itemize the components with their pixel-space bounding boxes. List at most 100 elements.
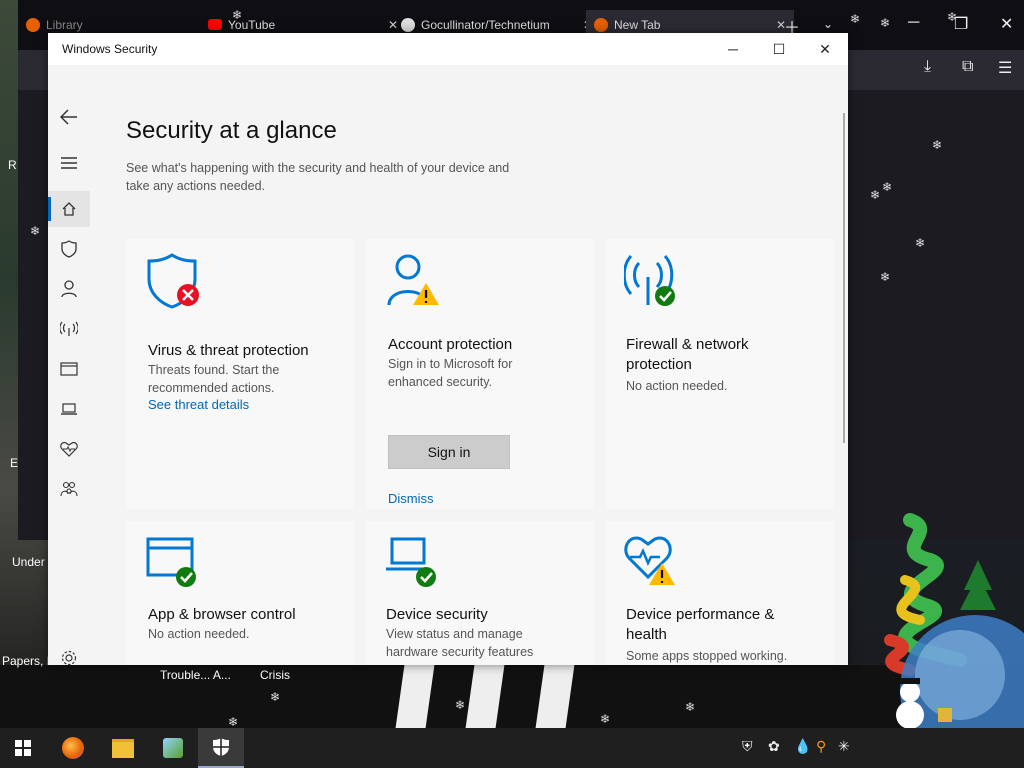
card-description: Some apps stopped working. [626,649,788,663]
desktop-icon-label[interactable]: Crisis [260,668,290,682]
nav-app-browser-control[interactable] [48,351,90,387]
start-button[interactable] [0,728,46,768]
card-firewall-network[interactable]: Firewall & network protection No action … [606,239,834,509]
tray-sparkle-icon[interactable]: ✳ [838,738,850,755]
nav-family-options[interactable] [48,471,90,507]
tray-search-icon[interactable]: ⚲ [816,738,826,755]
nav-firewall-network[interactable] [48,311,90,347]
snowflake-icon: ❄ [270,690,281,704]
window-title: Windows Security [62,42,158,56]
desktop-icon-label[interactable]: E [10,456,18,470]
card-description: Sign in to Microsoft for enhanced securi… [388,357,513,389]
nav-home[interactable] [48,191,90,227]
nav-device-security[interactable] [48,391,90,427]
shield-icon [213,738,229,756]
windows-logo-icon [15,740,31,756]
list-tabs-icon[interactable]: ⌄ [823,17,833,31]
home-icon [62,202,76,216]
check-badge-icon [416,567,436,587]
taskbar-firefox[interactable] [50,728,96,768]
nav-virus-threat-protection[interactable] [48,231,90,267]
desktop-icon-label[interactable]: Trouble... A... [160,668,231,682]
card-title: App & browser control [148,606,296,623]
heart-pulse-icon [624,536,675,585]
dismiss-link[interactable]: Dismiss [388,491,434,506]
hamburger-menu-button[interactable] [48,145,90,181]
card-title: Device security [386,606,488,623]
maximize-button[interactable]: ☐ [756,33,802,65]
nav-account-protection[interactable] [48,271,90,307]
minimize-icon[interactable]: ─ [908,14,919,32]
card-device-security[interactable]: Device security View status and manage h… [366,521,594,665]
check-badge-icon [655,286,675,306]
menu-icon[interactable]: ☰ [998,58,1012,78]
snowflake-icon: ❄ [228,715,239,729]
browser-tab-label: Library [46,18,83,32]
card-app-browser-control[interactable]: App & browser control No action needed. [126,521,354,665]
nav-settings[interactable] [48,650,90,665]
snowflake-icon: ❄ [30,224,41,238]
desktop-icon-label[interactable]: Under [12,555,45,569]
taskbar-app[interactable] [150,728,196,768]
card-title: Account protection [388,336,513,353]
shield-icon [61,240,77,258]
taskbar-file-explorer[interactable] [100,728,146,768]
app-icon [163,738,183,758]
christmas-globe-decoration [884,513,1024,728]
gear-icon [61,650,77,665]
tray-droplet-icon[interactable]: 💧 [794,738,811,755]
shield-icon [147,253,199,309]
snowflake-icon: ❄ [600,712,611,726]
nav-device-performance[interactable] [48,431,90,467]
laptop-icon [386,537,436,587]
sign-in-button[interactable]: Sign in [388,435,510,469]
title-bar[interactable]: Windows Security ─ ☐ ✕ [48,33,848,65]
minimize-button[interactable]: ─ [710,33,756,65]
family-icon [60,481,78,497]
person-icon [61,280,77,298]
windows-security-window: Windows Security ─ ☐ ✕ Security at a gla… [48,33,848,665]
see-threat-details-link[interactable]: See threat details [148,397,249,412]
card-title: Virus & threat protection [148,342,309,359]
desktop-icon-label[interactable]: Papers, P [2,654,55,668]
card-device-performance[interactable]: Device performance & health Some apps st… [606,521,834,665]
card-description: Threats found. Start the recommended act… [148,363,280,395]
main-content: Security at a glance See what's happenin… [90,65,848,665]
side-navigation [48,65,90,665]
desktop-icon-label[interactable]: R [8,158,17,172]
folder-icon [112,738,134,758]
back-arrow-icon [60,109,77,125]
scrollbar[interactable] [843,113,845,443]
person-icon [387,254,439,306]
snowflake-icon: ❄ [947,10,958,24]
back-button[interactable] [48,99,90,135]
taskbar-windows-security[interactable] [198,728,244,768]
firefox-icon [62,737,84,759]
antenna-icon [60,321,78,336]
browser-window-icon [60,362,78,376]
taskbar: ⛨ ✿ 💧 ⚲ ✳ [0,728,1024,768]
tray-app-icon[interactable]: ✿ [768,738,780,755]
extensions-icon[interactable]: ⧉ [962,58,973,76]
card-virus-threat-protection[interactable]: Virus & threat protection Threats found.… [126,239,354,509]
download-icon[interactable]: ⤓ [924,58,931,76]
close-button[interactable]: ✕ [802,33,848,65]
firefox-icon [26,18,40,32]
tray-security-icon[interactable]: ⛨ [742,738,753,755]
card-title: Firewall & network protection [626,336,749,373]
snowflake-icon: ❄ [685,700,696,714]
hamburger-icon [61,157,77,169]
snowflake-icon: ❄ [870,188,881,202]
card-account-protection[interactable]: Account protection Sign in to Microsoft … [366,239,594,509]
antenna-icon [624,254,675,306]
snowflake-icon: ❄ [850,12,861,26]
browser-tab-label: Gocullinator/Technetium [421,18,550,32]
close-icon[interactable]: ✕ [1000,14,1013,34]
snowflake-icon: ❄ [932,138,943,152]
page-subtitle: See what's happening with the security a… [126,161,510,193]
snowflake-icon: ❄ [880,16,891,30]
youtube-icon [208,19,222,30]
snowflake-icon: ❄ [882,180,893,194]
firefox-icon [594,18,608,32]
card-description: No action needed. [626,379,728,393]
